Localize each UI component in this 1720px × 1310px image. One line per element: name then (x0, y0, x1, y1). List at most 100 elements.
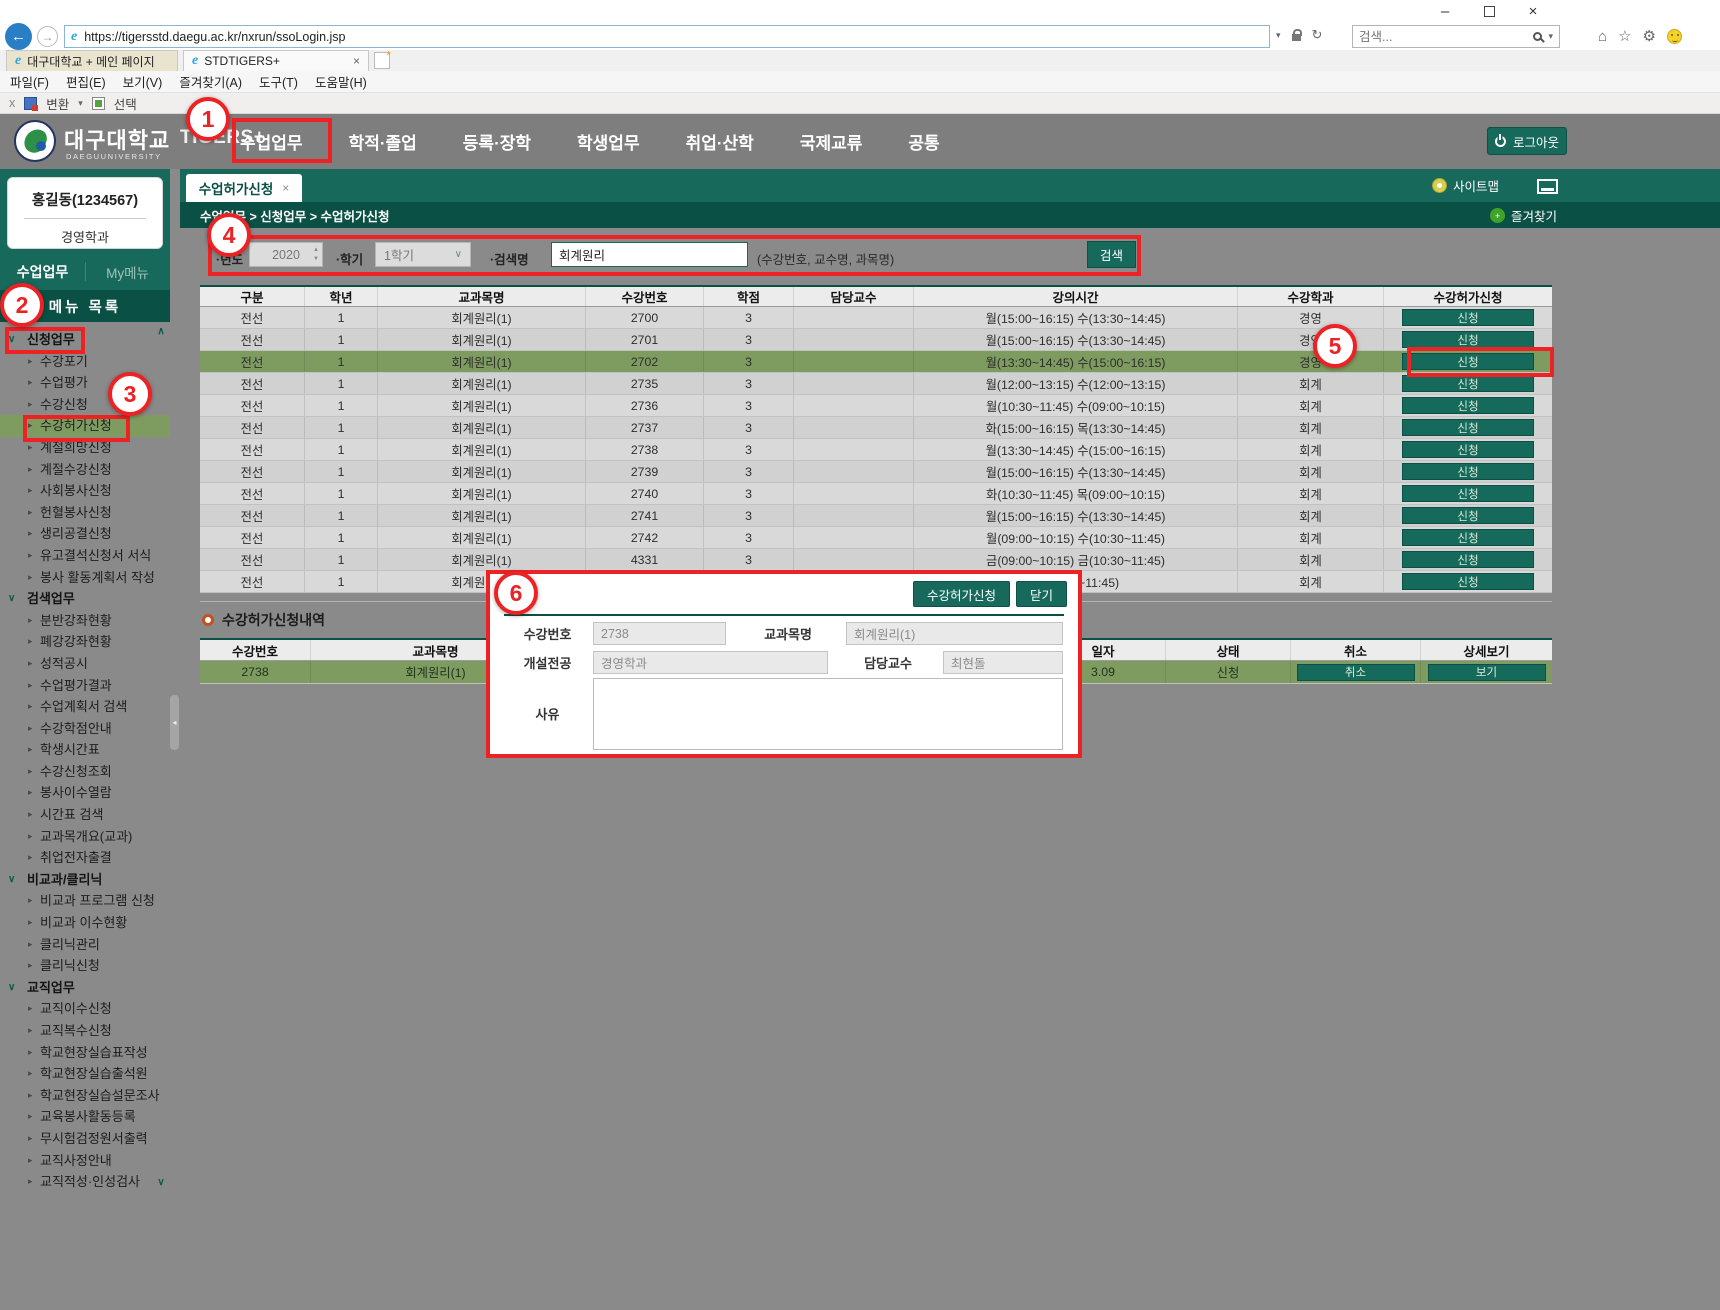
sidebar-menu-entry[interactable]: 교직복수신청 (0, 1020, 170, 1042)
search-icon[interactable] (1533, 32, 1542, 41)
stepper-arrows-icon[interactable]: ▲▼ (313, 246, 319, 264)
sidebar-menu-entry[interactable]: 비교과 프로그램 신청 (0, 890, 170, 912)
sidebar-menu-entry[interactable]: 봉사 활동계획서 작성 (0, 567, 170, 589)
sidebar-tab-mymenu[interactable]: My메뉴 (85, 253, 170, 290)
apply-button[interactable]: 신청 (1402, 529, 1534, 546)
sidebar-menu-entry[interactable]: 시간표 검색 (0, 804, 170, 826)
course-row[interactable]: 전선 1 회계원리(1) 2736 3 월(10:30~11:45) 수(09:… (200, 395, 1552, 417)
apply-button[interactable]: 신청 (1402, 551, 1534, 568)
menu-bar-item[interactable]: 편집(E) (66, 72, 106, 91)
sidebar-menu-entry[interactable]: 클리닉관리 (0, 934, 170, 956)
browser-tab-stdtigers[interactable]: e STDTIGERS+ × (183, 50, 369, 71)
sidebar-menu-entry[interactable]: 봉사이수열람 (0, 782, 170, 804)
close-icon[interactable]: × (1524, 2, 1542, 20)
browser-search-input[interactable] (1359, 30, 1527, 44)
course-row[interactable]: 전선 1 회계원리(1) 2738 3 월(13:30~14:45) 수(15:… (200, 439, 1552, 461)
convert-dropdown-icon[interactable]: ▾ (78, 98, 83, 109)
url-field[interactable]: e https://tigersstd.daegu.ac.kr/nxrun/ss… (64, 25, 1270, 48)
sidebar-menu-entry[interactable]: 헌혈봉사신청 (0, 502, 170, 524)
apply-button[interactable]: 신청 (1402, 353, 1534, 370)
sidebar-menu-entry[interactable]: 분반강좌현황 (0, 610, 170, 632)
toolbar-close-icon[interactable]: x (9, 96, 15, 110)
maximize-icon[interactable] (1480, 2, 1498, 20)
sidebar-menu-entry[interactable]: 수업평가결과 (0, 675, 170, 697)
sidebar-menu-entry[interactable]: 무시험검정원서출력 (0, 1128, 170, 1150)
back-button[interactable]: ← (5, 23, 32, 50)
apply-button[interactable]: 신청 (1402, 485, 1534, 502)
smiley-icon[interactable] (1667, 29, 1682, 44)
search-button[interactable]: 검색 (1087, 241, 1136, 268)
add-favorite-button[interactable]: + 즐겨찾기 (1490, 206, 1557, 225)
sidebar-menu-entry[interactable]: 교직이수신청 (0, 998, 170, 1020)
sidebar-menu-entry[interactable]: 사회봉사신청 (0, 480, 170, 502)
apply-button[interactable]: 신청 (1402, 573, 1534, 590)
apply-button[interactable]: 신청 (1402, 309, 1534, 326)
modal-close-button[interactable]: 닫기 (1016, 581, 1067, 607)
fullscreen-icon[interactable] (1537, 179, 1558, 194)
favorites-icon[interactable]: ☆ (1618, 27, 1631, 45)
sidebar-menu-entry[interactable]: 학생시간표 (0, 739, 170, 761)
apply-button[interactable]: 신청 (1402, 507, 1534, 524)
apply-button[interactable]: 신청 (1402, 419, 1534, 436)
global-nav-item[interactable]: 공통 (908, 129, 939, 154)
content-tab-active[interactable]: 수업허가신청 × (186, 174, 302, 202)
menu-bar-item[interactable]: 파일(F) (10, 72, 49, 91)
global-nav-item[interactable]: 수업업무 (240, 129, 303, 154)
apply-button[interactable]: 신청 (1402, 331, 1534, 348)
course-row[interactable]: 전선 1 회계원리(1) 2737 3 화(15:00~16:15) 목(13:… (200, 417, 1552, 439)
sidebar-menu-entry[interactable]: 교육봉사활동등록 (0, 1106, 170, 1128)
browser-search-box[interactable]: ▾ (1352, 25, 1560, 48)
sidebar-menu-entry[interactable]: 계절희망신청 (0, 437, 170, 459)
menu-bar-item[interactable]: 보기(V) (123, 72, 163, 91)
sidebar-menu-entry[interactable]: 수강학점안내 (0, 718, 170, 740)
sidebar-menu-entry[interactable]: 수강허가신청 (0, 415, 170, 437)
course-row[interactable]: 전선 1 회계원리(1) 2700 3 월(15:00~16:15) 수(13:… (200, 307, 1552, 329)
global-nav-item[interactable]: 학적·졸업 (349, 129, 417, 154)
sidebar-menu-entry[interactable]: 교과목개요(교과) (0, 826, 170, 848)
convert-button[interactable]: 변환 (46, 94, 69, 113)
course-row[interactable]: 전선 1 회계원리(1) 2742 3 월(09:00~10:15) 수(10:… (200, 527, 1552, 549)
search-dropdown-icon[interactable]: ▾ (1548, 31, 1553, 42)
query-input[interactable] (551, 242, 748, 267)
logout-button[interactable]: 로그아웃 (1487, 127, 1567, 155)
sidebar-menu-entry[interactable]: 취업전자출결 (0, 847, 170, 869)
view-detail-button[interactable]: 보기 (1428, 664, 1546, 681)
sidebar-menu-entry[interactable]: 수강신청조회 (0, 761, 170, 783)
course-row[interactable]: 전선 1 회계원리(1) 2735 3 월(12:00~13:15) 수(12:… (200, 373, 1552, 395)
sidebar-menu-entry[interactable]: 생리공결신청 (0, 523, 170, 545)
apply-button[interactable]: 신청 (1402, 441, 1534, 458)
sidebar-menu-entry[interactable]: 교직업무 (0, 977, 170, 999)
course-row[interactable]: 전선 1 회계원리(1) 2741 3 월(15:00~16:15) 수(13:… (200, 505, 1552, 527)
menu-bar-item[interactable]: 도구(T) (259, 72, 298, 91)
sidebar-menu-entry[interactable]: 폐강강좌현황 (0, 631, 170, 653)
tab-close-icon[interactable]: × (353, 54, 360, 68)
apply-button[interactable]: 신청 (1402, 397, 1534, 414)
sidebar-menu-entry[interactable]: 수강포기 (0, 351, 170, 373)
modal-apply-button[interactable]: 수강허가신청 (913, 581, 1010, 607)
sitemap-button[interactable]: 사이트맵 (1432, 176, 1499, 195)
sidebar-menu-entry[interactable]: 계절수강신청 (0, 459, 170, 481)
sidebar-menu-entry[interactable]: 비교과/클리닉 (0, 869, 170, 891)
scroll-down-icon[interactable]: ∨ (154, 1177, 168, 1188)
sidebar-menu-entry[interactable]: 유고결석신청서 서식 (0, 545, 170, 567)
forward-button[interactable]: → (37, 26, 58, 47)
sidebar-menu-entry[interactable]: 수업계획서 검색 (0, 696, 170, 718)
global-nav-item[interactable]: 취업·산학 (686, 129, 754, 154)
course-row[interactable]: 전선 1 회계원리(1) 2740 3 화(10:30~11:45) 목(09:… (200, 483, 1552, 505)
refresh-icon[interactable]: ↻ (1312, 27, 1323, 43)
home-icon[interactable]: ⌂ (1598, 28, 1607, 45)
global-nav-item[interactable]: 국제교류 (800, 129, 863, 154)
university-logo[interactable] (14, 120, 56, 162)
sidebar-collapse-handle[interactable]: ◂ (170, 695, 179, 750)
select-button[interactable]: 선택 (114, 94, 137, 113)
apply-button[interactable]: 신청 (1402, 375, 1534, 392)
menu-bar-item[interactable]: 도움말(H) (315, 72, 367, 91)
sidebar-menu-entry[interactable]: 학교현장실습출석원 (0, 1063, 170, 1085)
new-tab-button[interactable] (374, 52, 390, 69)
tools-gear-icon[interactable]: ⚙ (1643, 27, 1656, 45)
content-tab-close-icon[interactable]: × (282, 181, 289, 195)
url-dropdown-icon[interactable]: ▾ (1276, 30, 1281, 41)
sidebar-menu-entry[interactable]: 교직적성·인성검사 (0, 1171, 170, 1193)
sidebar-menu-entry[interactable]: 교직사정안내 (0, 1150, 170, 1172)
sidebar-menu-entry[interactable]: 신청업무 (0, 329, 170, 351)
